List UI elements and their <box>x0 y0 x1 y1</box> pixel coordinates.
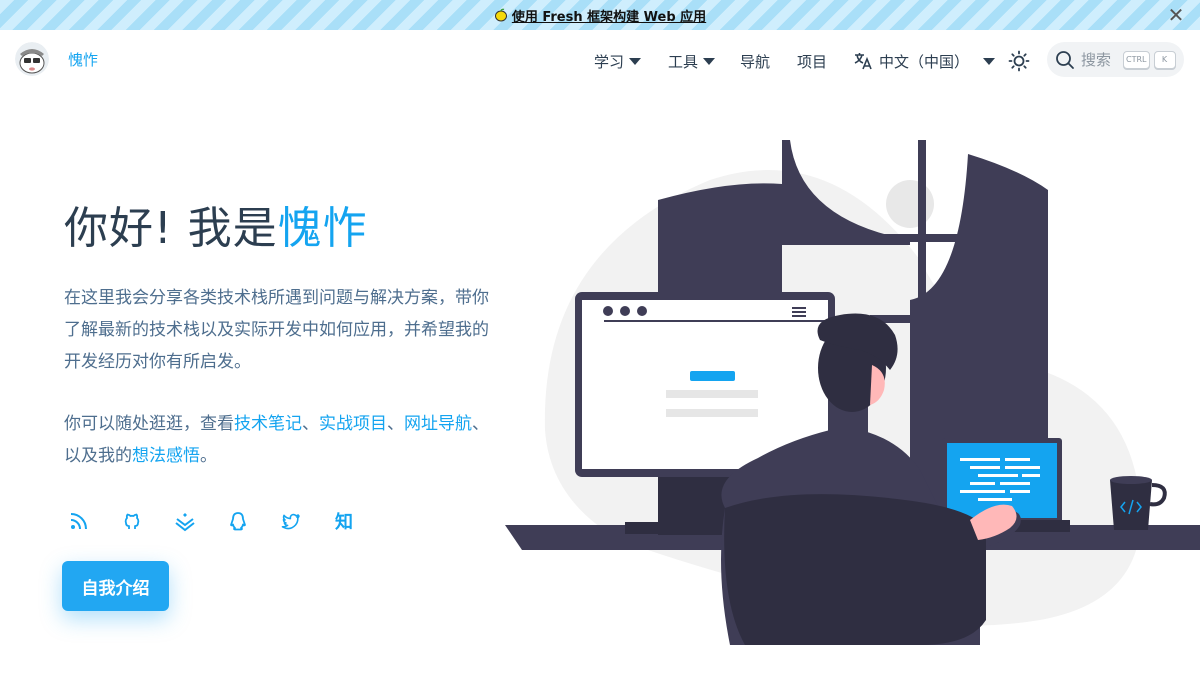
explore-sep-1: 、 <box>302 414 319 434</box>
link-navigation[interactable]: 网址导航 <box>404 414 472 434</box>
hero-name: 愧怍 <box>277 203 368 254</box>
announcement-banner: 使用 Fresh 框架构建 Web 应用 ✕ <box>0 0 1200 30</box>
announcement-link[interactable]: 使用 Fresh 框架构建 Web 应用 <box>494 6 706 25</box>
avatar[interactable] <box>15 42 49 76</box>
sun-icon[interactable] <box>1008 50 1030 72</box>
hero-explore: 你可以随处逛逛，查看技术笔记、实战项目、网址导航、以及我的想法感悟。 <box>64 408 504 472</box>
search-icon <box>1056 50 1074 69</box>
avatar-icon <box>15 42 49 76</box>
qq-icon[interactable] <box>225 508 251 534</box>
language-selector[interactable]: 中文（中国） <box>853 30 1003 92</box>
zhihu-icon[interactable]: 知 <box>331 508 357 534</box>
explore-end: 。 <box>200 446 217 466</box>
explore-sep-2: 、 <box>387 414 404 434</box>
lemon-icon <box>494 8 507 22</box>
chevron-down-icon <box>703 57 716 65</box>
nav-navigation[interactable]: 导航 <box>740 30 770 92</box>
link-notes[interactable]: 技术笔记 <box>234 414 302 434</box>
hero-illustration <box>505 140 1200 645</box>
nav-tools[interactable]: 工具 <box>668 30 716 92</box>
twitter-icon[interactable] <box>278 508 304 534</box>
nav-projects-label: 项目 <box>797 52 828 71</box>
rss-icon[interactable] <box>66 508 92 534</box>
mug <box>1110 476 1167 530</box>
link-thoughts[interactable]: 想法感悟 <box>132 446 200 466</box>
link-projects[interactable]: 实战项目 <box>319 414 387 434</box>
search-button[interactable]: 搜索 CTRL K <box>1047 42 1184 77</box>
language-label: 中文（中国） <box>879 52 970 71</box>
nav-navigation-label: 导航 <box>740 52 771 71</box>
social-links: 知 <box>66 508 384 534</box>
announcement-text: 使用 Fresh 框架构建 Web 应用 <box>511 9 707 25</box>
key-k: K <box>1153 50 1176 69</box>
explore-prefix: 你可以随处逛逛，查看 <box>64 414 234 434</box>
juejin-icon[interactable] <box>172 508 198 534</box>
translate-icon <box>854 53 872 70</box>
about-me-button[interactable]: 自我介绍 <box>62 561 169 611</box>
close-icon[interactable]: ✕ <box>1166 5 1186 25</box>
nav-projects[interactable]: 项目 <box>797 30 827 92</box>
nav-tools-label: 工具 <box>668 52 699 71</box>
nav-study[interactable]: 学习 <box>594 30 642 92</box>
hero-title: 你好! 我是愧怍 <box>64 192 368 256</box>
hero-intro: 在这里我会分享各类技术栈所遇到问题与解决方案，带你了解最新的技术栈以及实际开发中… <box>64 288 489 372</box>
site-name[interactable]: 愧怍 <box>68 49 98 70</box>
background-dot <box>886 180 934 228</box>
nav-study-label: 学习 <box>594 52 625 71</box>
chevron-down-icon <box>983 57 996 65</box>
chevron-down-icon <box>629 57 642 65</box>
hero-greeting: 你好! 我是 <box>64 203 278 254</box>
site-header: 愧怍 学习 工具 导航 项目 中文（中国） 搜索 CTRL K <box>0 30 1200 92</box>
github-icon[interactable] <box>119 508 145 534</box>
search-placeholder: 搜索 <box>1081 51 1112 69</box>
key-ctrl: CTRL <box>1123 50 1150 69</box>
